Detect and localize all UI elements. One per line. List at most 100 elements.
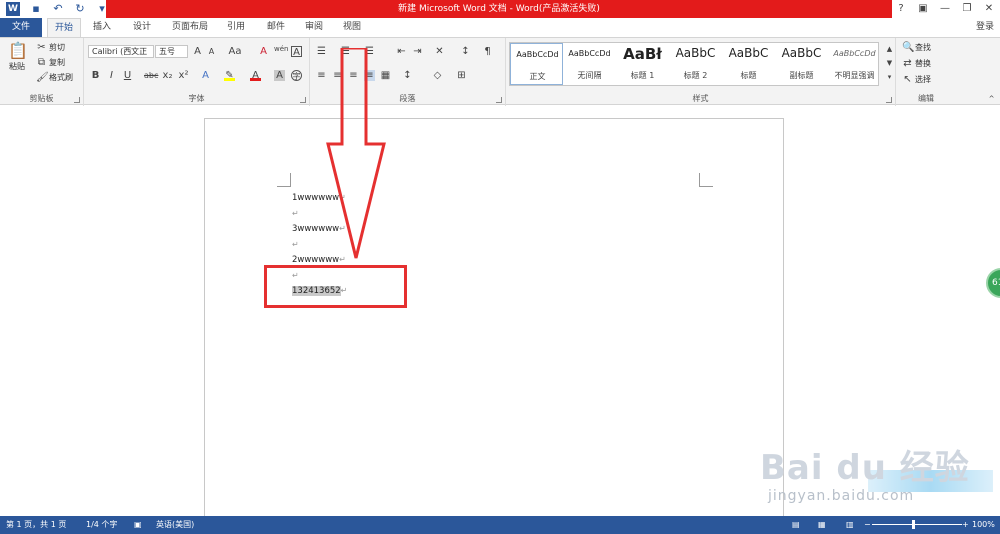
font-group: Calibri (西文正 五号 A A Aa A wén A B I U abc… — [84, 38, 310, 106]
close-button[interactable]: ✕ — [978, 0, 1000, 18]
redo-icon[interactable]: ↻ — [74, 3, 86, 15]
language-indicator[interactable]: 英语(美国) — [156, 516, 194, 534]
ribbon: 📋 粘贴 ✂ 剪切 ⧉ 复制 🖌 格式刷 剪贴板 Calibri (西文正 五号 A … — [0, 37, 1000, 106]
chinese-layout-button[interactable]: ✕ — [434, 46, 445, 57]
superscript-button[interactable]: x² — [178, 70, 189, 81]
tab-insert[interactable]: 插入 — [86, 18, 118, 37]
sort-button[interactable]: ↕ — [460, 46, 471, 57]
zoom-slider[interactable] — [872, 524, 962, 525]
increase-indent-button[interactable]: ⇥ — [412, 46, 423, 57]
format-painter-label: 格式刷 — [49, 73, 73, 82]
tab-design[interactable]: 设计 — [126, 18, 158, 37]
line-spacing-button[interactable]: ↕ — [402, 70, 413, 81]
tab-mailings[interactable]: 邮件 — [260, 18, 292, 37]
grow-font-icon: A — [194, 46, 201, 57]
title-bar: W ▪ ↶ ↻ ▾ 新建 Microsoft Word 文档 - Word(产品… — [0, 0, 1000, 18]
superscript-icon: x² — [178, 70, 189, 81]
clipboard-launcher[interactable] — [74, 97, 80, 103]
ribbon-display-button[interactable]: ▣ — [912, 0, 934, 18]
find-button[interactable]: 🔍 查找 — [902, 42, 931, 53]
zoom-in-button[interactable]: + — [962, 516, 969, 534]
borders-button[interactable]: ⊞ — [456, 70, 467, 81]
clear-format-button[interactable]: A — [258, 46, 269, 57]
underline-button[interactable]: U — [122, 70, 133, 81]
help-button[interactable]: ? — [890, 0, 912, 18]
style-name: 标题 1 — [630, 71, 655, 80]
style-name: 不明显强调 — [834, 71, 875, 80]
font-size-select[interactable]: 五号 — [155, 45, 188, 58]
shading-button[interactable]: ◇ — [432, 70, 443, 81]
styles-group-label: 样式 — [692, 94, 709, 103]
paste-button[interactable]: 📋 粘贴 — [8, 42, 28, 72]
strikethrough-button[interactable]: abc — [144, 70, 158, 81]
document-line[interactable]: ↵ — [292, 240, 299, 250]
styles-scroll-up[interactable]: ▲ — [884, 44, 895, 55]
show-marks-button[interactable]: ¶ — [482, 46, 493, 57]
document-page[interactable]: 1wwwwww↵ ↵ 3wwwwww↵ ↵ 2wwwwww↵ ↵ 1324136… — [204, 118, 784, 518]
watermark-logo: Bai du 经验 — [760, 448, 970, 488]
change-case-button[interactable]: Aa — [226, 46, 244, 57]
select-button[interactable]: ↖ 选择 — [902, 74, 931, 85]
undo-icon[interactable]: ↶ — [52, 3, 64, 15]
login-link[interactable]: 登录 — [976, 18, 994, 37]
chevron-up-icon: ▲ — [886, 45, 893, 53]
font-name-select[interactable]: Calibri (西文正 — [88, 45, 154, 58]
proofing-icon[interactable]: ▣ — [134, 516, 142, 534]
tab-file[interactable]: 文件 — [0, 18, 42, 37]
status-bar: 第 1 页，共 1 页 1/4 个字 ▣ 英语(美国) ▤ ▦ ▥ − + 10… — [0, 516, 1000, 534]
more-icon: ▾ — [887, 73, 892, 81]
styles-launcher[interactable] — [886, 97, 892, 103]
phonetic-guide-button[interactable]: wén — [274, 44, 288, 55]
format-painter-button[interactable]: 🖌 格式刷 — [36, 72, 73, 83]
enclose-char-button[interactable]: 字 — [291, 70, 302, 81]
style-preview: AaBbCcDd — [516, 50, 559, 59]
tab-view[interactable]: 视图 — [336, 18, 368, 37]
shrink-font-button[interactable]: A — [206, 46, 217, 57]
italic-button[interactable]: I — [106, 70, 117, 81]
zoom-slider-thumb[interactable] — [912, 520, 915, 529]
minimize-button[interactable]: — — [934, 0, 956, 18]
zoom-out-button[interactable]: − — [864, 516, 871, 534]
restore-button[interactable]: ❐ — [956, 0, 978, 18]
subscript-button[interactable]: x₂ — [162, 70, 173, 81]
text-effects-button[interactable]: A — [200, 70, 211, 81]
style-title[interactable]: AaBbC 标题 — [722, 43, 775, 85]
bold-button[interactable]: B — [90, 70, 101, 81]
document-line[interactable]: ↵ — [292, 209, 299, 219]
tab-home[interactable]: 开始 — [47, 18, 81, 38]
char-shading-button[interactable]: A — [274, 70, 285, 81]
page-count[interactable]: 第 1 页，共 1 页 — [6, 516, 66, 534]
cut-button[interactable]: ✂ 剪切 — [36, 42, 65, 53]
print-layout-icon[interactable]: ▦ — [818, 516, 826, 534]
read-mode-icon[interactable]: ▤ — [792, 516, 800, 534]
tab-page-layout[interactable]: 页面布局 — [166, 18, 214, 37]
ribbon-tabs: 文件 开始 插入 设计 页面布局 引用 邮件 审阅 视图 登录 — [0, 18, 1000, 38]
styles-more[interactable]: ▾ — [884, 72, 895, 83]
save-icon[interactable]: ▪ — [30, 3, 42, 15]
font-launcher[interactable] — [300, 97, 306, 103]
replace-button[interactable]: ⇄ 替换 — [902, 58, 931, 69]
paragraph-launcher[interactable] — [496, 97, 502, 103]
font-color-button[interactable]: A — [250, 70, 261, 81]
style-subtle-emphasis[interactable]: AaBbCcDd 不明显强调 — [828, 43, 881, 85]
char-border-button[interactable]: A — [291, 46, 302, 58]
style-no-spacing[interactable]: AaBbCcDd 无间隔 — [563, 43, 616, 85]
style-normal[interactable]: AaBbCcDd 正文 — [510, 43, 563, 85]
zoom-level[interactable]: 100% — [972, 516, 995, 534]
style-heading-2[interactable]: AaBbC 标题 2 — [669, 43, 722, 85]
word-icon[interactable]: W — [6, 2, 20, 16]
style-preview: AaBbC — [728, 46, 769, 60]
word-count[interactable]: 1/4 个字 — [86, 516, 117, 534]
highlight-button[interactable]: ✎ — [224, 70, 235, 81]
tab-references[interactable]: 引用 — [220, 18, 252, 37]
web-layout-icon[interactable]: ▥ — [846, 516, 854, 534]
margin-corner-top-right — [699, 173, 713, 187]
styles-scroll-down[interactable]: ▼ — [884, 58, 895, 69]
style-preview: AaBł — [623, 45, 662, 63]
style-heading-1[interactable]: AaBł 标题 1 — [616, 43, 669, 85]
collapse-ribbon-button[interactable]: ^ — [986, 94, 997, 105]
style-subtitle[interactable]: AaBbC 副标题 — [775, 43, 828, 85]
grow-font-button[interactable]: A — [192, 46, 203, 57]
copy-button[interactable]: ⧉ 复制 — [36, 57, 65, 68]
tab-review[interactable]: 审阅 — [298, 18, 330, 37]
